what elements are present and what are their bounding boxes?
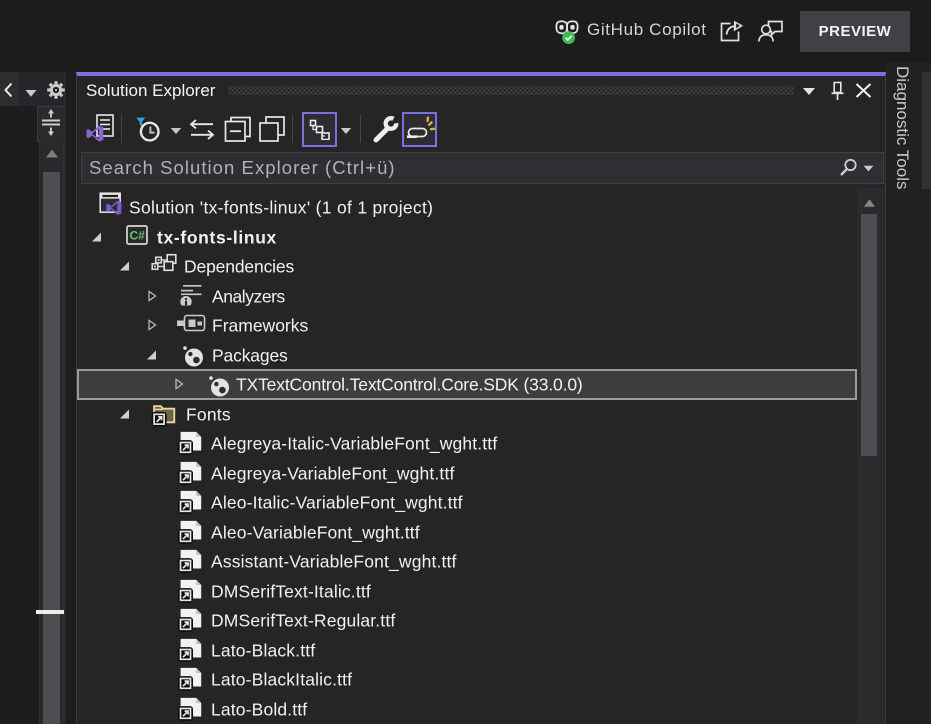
svg-text:C#: C# (130, 229, 146, 243)
